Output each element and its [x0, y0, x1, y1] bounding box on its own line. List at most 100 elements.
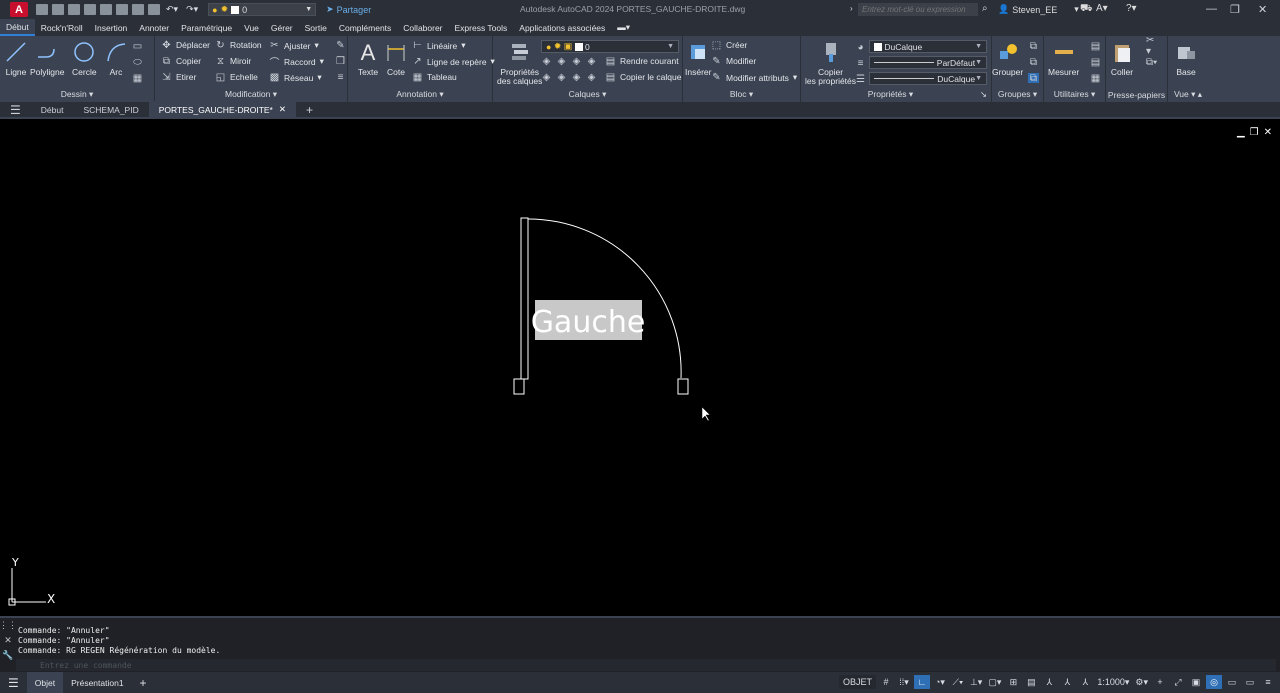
drawing-canvas[interactable]: ▁ ❐ ✕ Gauche Y X — [0, 121, 1280, 615]
tab-sortie[interactable]: Sortie — [299, 19, 333, 36]
tab-express-tools[interactable]: Express Tools — [449, 19, 514, 36]
copy-clip-icon[interactable]: ⧉▾ — [1146, 57, 1157, 68]
file-tab-schema-pid[interactable]: SCHEMA_PID — [73, 101, 148, 118]
ellipse-button[interactable]: ⬭ — [132, 57, 143, 68]
tab-insertion[interactable]: Insertion — [89, 19, 134, 36]
group-select-icon[interactable]: ⧉ — [1028, 73, 1039, 84]
raccord-button[interactable]: ⌒ Raccord ▾ — [269, 56, 324, 69]
plus-icon[interactable]: + — [1152, 675, 1168, 689]
ligne-repere-button[interactable]: ↗ Ligne de repère ▾ — [412, 56, 495, 67]
layout-tab-objet[interactable]: Objet — [26, 672, 64, 693]
linetype-dropdown[interactable]: DuCalque ▼ — [869, 72, 987, 85]
cut-icon[interactable]: ✂▾ — [1146, 35, 1157, 57]
tab-gerer[interactable]: Gérer — [265, 19, 299, 36]
transparency-icon[interactable]: ▤ — [1023, 675, 1039, 689]
tab-complements[interactable]: Compléments — [333, 19, 397, 36]
print-icon[interactable] — [148, 4, 160, 15]
lineaire-button[interactable]: ⊢ Linéaire ▾ — [412, 40, 465, 51]
copier-proprietes-button[interactable]: Copier les propriétés — [805, 40, 856, 86]
search-icon[interactable]: ⌕ — [982, 3, 988, 14]
gear-icon[interactable]: ⚙▾ — [1133, 675, 1150, 689]
erase-button[interactable]: ✎ — [335, 40, 346, 51]
file-tab-debut[interactable]: Début — [31, 101, 74, 118]
panel-title-calques[interactable]: Calques ▾ — [493, 89, 682, 100]
help-icon[interactable]: ?▾ — [1126, 3, 1137, 14]
clean-screen-icon[interactable]: ▭ — [1242, 675, 1258, 689]
layout-tab-presentation1[interactable]: Présentation1 — [63, 672, 131, 693]
layer-off-icon[interactable]: ◈ — [541, 56, 552, 67]
close-tab-icon[interactable]: ✕ — [279, 104, 286, 115]
panel-title-proprietes[interactable]: Propriétés ▾ ↘ — [801, 89, 991, 100]
layer-isolate-icon[interactable]: ◈ — [556, 56, 567, 67]
share-button[interactable]: ➤ Partager — [326, 4, 371, 15]
ungroup-icon[interactable]: ⧉ — [1028, 41, 1039, 52]
panel-title-groupes[interactable]: Groupes ▾ — [992, 89, 1043, 100]
select-all-icon[interactable]: ▤ — [1090, 57, 1101, 68]
user-account[interactable]: 👤 Steven_EE ▾ — [998, 4, 1079, 15]
polar-tracking-icon[interactable]: ◔▾ — [932, 675, 948, 689]
panel-title-bloc[interactable]: Bloc ▾ — [683, 89, 800, 100]
new-file-icon[interactable] — [36, 4, 48, 15]
layer-dropdown[interactable]: ● ✹ ▣ 0 ▼ — [541, 40, 679, 53]
deplacer-button[interactable]: ✥ Déplacer — [161, 40, 210, 51]
object-snap-icon[interactable]: ▢▾ — [986, 675, 1003, 689]
miroir-button[interactable]: ⧖ Miroir — [215, 56, 251, 67]
ribbon-options-icon[interactable]: ▬▾ — [611, 19, 636, 36]
rotation-button[interactable]: ↻ Rotation — [215, 40, 261, 51]
annotation-scale-icon-b[interactable]: ⅄ — [1059, 675, 1075, 689]
explode-button[interactable]: ❒ — [335, 56, 346, 67]
ajuster-button[interactable]: ✂ Ajuster ▾ — [269, 40, 318, 51]
panel-title-modification[interactable]: Modification ▾ — [155, 89, 347, 100]
isolate-objects-icon[interactable]: ▭ — [1224, 675, 1240, 689]
base-button[interactable]: Base — [1174, 40, 1198, 77]
web-save-icon[interactable] — [100, 4, 112, 15]
object-snap-tracking-icon[interactable]: ⊥▾ — [968, 675, 984, 689]
add-layout-icon[interactable]: + — [132, 672, 155, 693]
maximize-icon[interactable]: ❐ — [1230, 3, 1240, 16]
calculator-icon[interactable]: ▦ — [1090, 73, 1101, 84]
grid-icon[interactable]: # — [878, 675, 894, 689]
customize-wrench-icon[interactable]: 🔧 — [2, 650, 13, 661]
door-jamb-right[interactable] — [677, 378, 689, 395]
door-swing-arc[interactable] — [527, 218, 682, 379]
tab-vue[interactable]: Vue — [238, 19, 265, 36]
isodraft-icon[interactable]: ⟋▾ — [950, 675, 966, 689]
layer-lock-icon[interactable]: ◈ — [586, 56, 597, 67]
etirer-button[interactable]: ⇲ Etirer — [161, 72, 196, 83]
file-tab-portes-gauche-droite[interactable]: PORTES_GAUCHE-DROITE* ✕ — [148, 101, 296, 118]
autocad-logo-button[interactable]: A — [10, 2, 28, 17]
annotation-scale-icon-a[interactable]: ⅄ — [1041, 675, 1057, 689]
panel-title-dessin[interactable]: Dessin ▾ — [0, 89, 154, 100]
panel-title-utilitaires[interactable]: Utilitaires ▾ — [1044, 89, 1105, 100]
rectangle-button[interactable]: ▭ — [132, 41, 143, 52]
mesurer-button[interactable]: Mesurer — [1048, 40, 1079, 77]
undo-icon[interactable]: ↶▾ — [164, 3, 180, 17]
layout-menu-icon[interactable]: ☰ — [0, 672, 27, 693]
annotation-scale-dropdown[interactable]: 1:1000 ▾ — [1095, 675, 1131, 689]
autodesk-a360-icon[interactable]: A▾ — [1096, 3, 1108, 14]
hardware-acceleration-icon[interactable]: ◎ — [1206, 675, 1222, 689]
reseau-button[interactable]: ▩ Réseau ▾ — [269, 72, 322, 83]
drag-handle-icon[interactable]: ⋮⋮ — [0, 620, 17, 631]
door-jamb-left[interactable] — [513, 378, 525, 395]
tab-rocknroll[interactable]: Rock'n'Roll — [35, 19, 89, 36]
color-dropdown[interactable]: DuCalque ▼ — [869, 40, 987, 53]
tableau-button[interactable]: ▦ Tableau — [412, 72, 457, 83]
close-icon[interactable]: ✕ — [4, 635, 12, 646]
plot-icon[interactable] — [132, 4, 144, 15]
copier-button[interactable]: ⧉ Copier — [161, 56, 201, 67]
panel-title-annotation[interactable]: Annotation ▾ — [348, 89, 492, 100]
search-expand-icon[interactable]: › — [850, 4, 853, 13]
creer-button[interactable]: ⬚ Créer — [711, 40, 748, 51]
cart-icon[interactable]: ⛟ — [1080, 3, 1093, 16]
copier-calque-button[interactable]: ▤ Copier le calque — [605, 72, 682, 83]
mobile-save-icon[interactable] — [116, 4, 128, 15]
redo-icon[interactable]: ↷▾ — [184, 3, 200, 17]
grouper-button[interactable]: Grouper — [992, 40, 1023, 77]
polyligne-button[interactable]: Polyligne — [30, 40, 65, 77]
command-input[interactable] — [16, 659, 1276, 671]
snap-icon[interactable]: ⁞⁞▾ — [896, 675, 912, 689]
modifier-attributs-button[interactable]: ✎ Modifier attributs ▾ — [711, 72, 797, 83]
layer-on-icon[interactable]: ◈ — [541, 72, 552, 83]
model-space-toggle[interactable]: OBJET — [838, 675, 876, 689]
